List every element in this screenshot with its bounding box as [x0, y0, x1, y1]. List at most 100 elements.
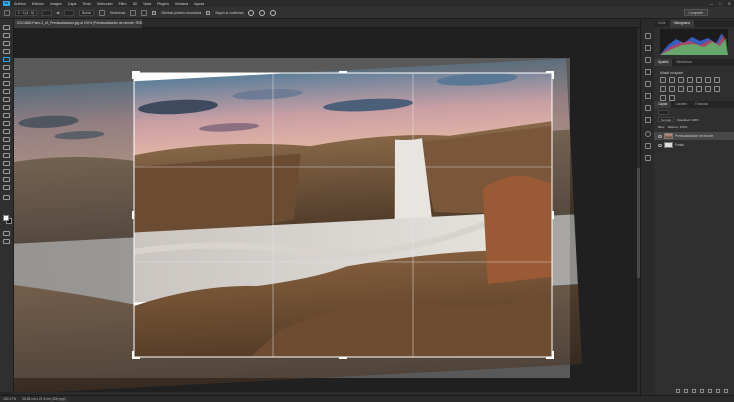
marquee-tool-icon[interactable]	[3, 33, 10, 38]
tab-layers[interactable]: Capas	[654, 101, 672, 108]
path-selection-tool-icon[interactable]	[3, 161, 10, 166]
layer-row[interactable]: Previsualización de recorte	[654, 132, 734, 140]
document-canvas[interactable]	[14, 28, 640, 392]
info-icon[interactable]	[645, 81, 651, 87]
layer-row[interactable]: Fondo	[654, 141, 734, 149]
zoom-level[interactable]: 100,17%	[3, 397, 16, 401]
reset-icon[interactable]	[248, 9, 255, 16]
document-info[interactable]: 30,28 cm x 21,5 cm (300 ppp)	[22, 397, 66, 401]
curves-icon[interactable]	[678, 77, 684, 83]
eyedropper-tool-icon[interactable]	[3, 73, 10, 78]
quick-mask-icon[interactable]	[3, 231, 10, 236]
link-layers-icon[interactable]	[676, 389, 680, 393]
share-button[interactable]: Compartir	[683, 9, 708, 16]
hand-tool-icon[interactable]	[3, 177, 10, 182]
healing-brush-tool-icon[interactable]	[3, 81, 10, 86]
document-tab[interactable]: DSC4682-Pano-2_v2_Previsualizacion.jpg a…	[14, 19, 142, 28]
delete-pixels-checkbox[interactable]	[152, 10, 157, 15]
black-white-icon[interactable]	[660, 86, 666, 92]
move-tool-icon[interactable]	[3, 25, 10, 30]
photo-filter-icon[interactable]	[669, 86, 675, 92]
clone-stamp-tool-icon[interactable]	[3, 97, 10, 102]
straighten-label[interactable]: Enderezar	[110, 11, 125, 15]
levels-icon[interactable]	[669, 77, 675, 83]
height-field[interactable]	[64, 9, 75, 16]
rectangle-tool-icon[interactable]	[3, 169, 10, 174]
layer-comps-icon[interactable]	[645, 155, 651, 161]
blur-tool-icon[interactable]	[3, 129, 10, 134]
eraser-tool-icon[interactable]	[3, 113, 10, 118]
new-layer-icon[interactable]	[716, 389, 720, 393]
quick-selection-tool-icon[interactable]	[3, 49, 10, 54]
posterize-icon[interactable]	[705, 86, 711, 92]
cancel-icon[interactable]	[259, 9, 266, 16]
dodge-tool-icon[interactable]	[3, 137, 10, 142]
brush-settings-icon[interactable]	[645, 57, 651, 63]
vibrance-icon[interactable]	[696, 77, 702, 83]
tab-paths[interactable]: Trazados	[691, 101, 712, 108]
overlay-grid-icon[interactable]	[130, 9, 137, 16]
menu-vista[interactable]: Vista	[143, 2, 151, 6]
menu-plugins[interactable]: Plugins	[157, 2, 169, 6]
history-icon[interactable]	[645, 45, 651, 51]
menu-ayuda[interactable]: Ayuda	[194, 2, 204, 6]
channel-mixer-icon[interactable]	[678, 86, 684, 92]
menu-edicion[interactable]: Edición	[32, 2, 44, 6]
menu-seleccion[interactable]: Selección	[97, 2, 113, 6]
minimize-icon[interactable]: —	[709, 1, 713, 6]
commit-icon[interactable]	[270, 9, 277, 16]
tab-libraries[interactable]: Bibliotecas	[672, 59, 695, 66]
crop-tool-active-icon[interactable]	[3, 57, 10, 62]
glyphs-icon[interactable]	[645, 117, 651, 123]
layer-kind-filter[interactable]	[658, 110, 670, 115]
clear-button[interactable]: Borrar	[79, 9, 95, 16]
zoom-tool-icon[interactable]	[3, 185, 10, 190]
color-wheel-icon[interactable]	[645, 131, 651, 137]
invert-icon[interactable]	[696, 86, 702, 92]
menu-texto[interactable]: Texto	[82, 2, 91, 6]
menu-filtro[interactable]: Filtro	[119, 2, 127, 6]
menu-archivo[interactable]: Archivo	[14, 2, 26, 6]
mask-icon[interactable]	[692, 389, 696, 393]
character-icon[interactable]	[645, 105, 651, 111]
tab-adjustments[interactable]: Ajustes	[654, 59, 673, 66]
pen-tool-icon[interactable]	[3, 145, 10, 150]
fill-field[interactable]: Relleno: 100%	[668, 125, 688, 129]
crop-tool-icon[interactable]	[4, 9, 10, 16]
tab-channels[interactable]: Canales	[671, 101, 691, 108]
lasso-tool-icon[interactable]	[3, 41, 10, 46]
group-folder-icon[interactable]	[708, 389, 712, 393]
menu-imagen[interactable]: Imagen	[50, 2, 62, 6]
ratio-dropdown[interactable]: 2 : 3 (4 : 6)	[15, 9, 37, 16]
color-lookup-icon[interactable]	[687, 86, 693, 92]
paragraph-icon[interactable]	[645, 93, 651, 99]
menu-ventana[interactable]: Ventana	[175, 2, 188, 6]
type-tool-icon[interactable]	[3, 153, 10, 158]
tab-histogram[interactable]: Histograma	[669, 20, 694, 27]
maximize-icon[interactable]: □	[719, 1, 721, 6]
blend-mode-dropdown[interactable]: Normal	[658, 117, 674, 122]
foreground-color-swatch[interactable]	[3, 215, 9, 221]
menu-3d[interactable]: 3D	[133, 2, 138, 6]
width-field[interactable]	[41, 9, 52, 16]
more-tools-icon[interactable]	[3, 195, 10, 200]
frame-tool-icon[interactable]	[3, 65, 10, 70]
tab-color[interactable]: Color	[654, 20, 670, 27]
straighten-icon[interactable]	[99, 9, 106, 16]
exposure-icon[interactable]	[687, 77, 693, 83]
opacity-field[interactable]: Opacidad: 100%	[677, 118, 699, 122]
brush-tool-icon[interactable]	[3, 89, 10, 94]
hue-saturation-icon[interactable]	[705, 77, 711, 83]
gear-icon[interactable]	[141, 9, 148, 16]
swap-icon[interactable]: ⇄	[57, 11, 60, 15]
gradient-tool-icon[interactable]	[3, 121, 10, 126]
visibility-eye-icon[interactable]	[658, 143, 662, 147]
history-brush-tool-icon[interactable]	[3, 105, 10, 110]
properties-icon[interactable]	[645, 143, 651, 149]
fx-icon[interactable]	[684, 389, 688, 393]
clone-source-icon[interactable]	[645, 69, 651, 75]
adjustment-layer-icon[interactable]	[700, 389, 704, 393]
brightness-icon[interactable]	[660, 77, 666, 83]
screen-mode-icon[interactable]	[3, 239, 10, 244]
close-icon[interactable]: ✕	[728, 1, 731, 6]
